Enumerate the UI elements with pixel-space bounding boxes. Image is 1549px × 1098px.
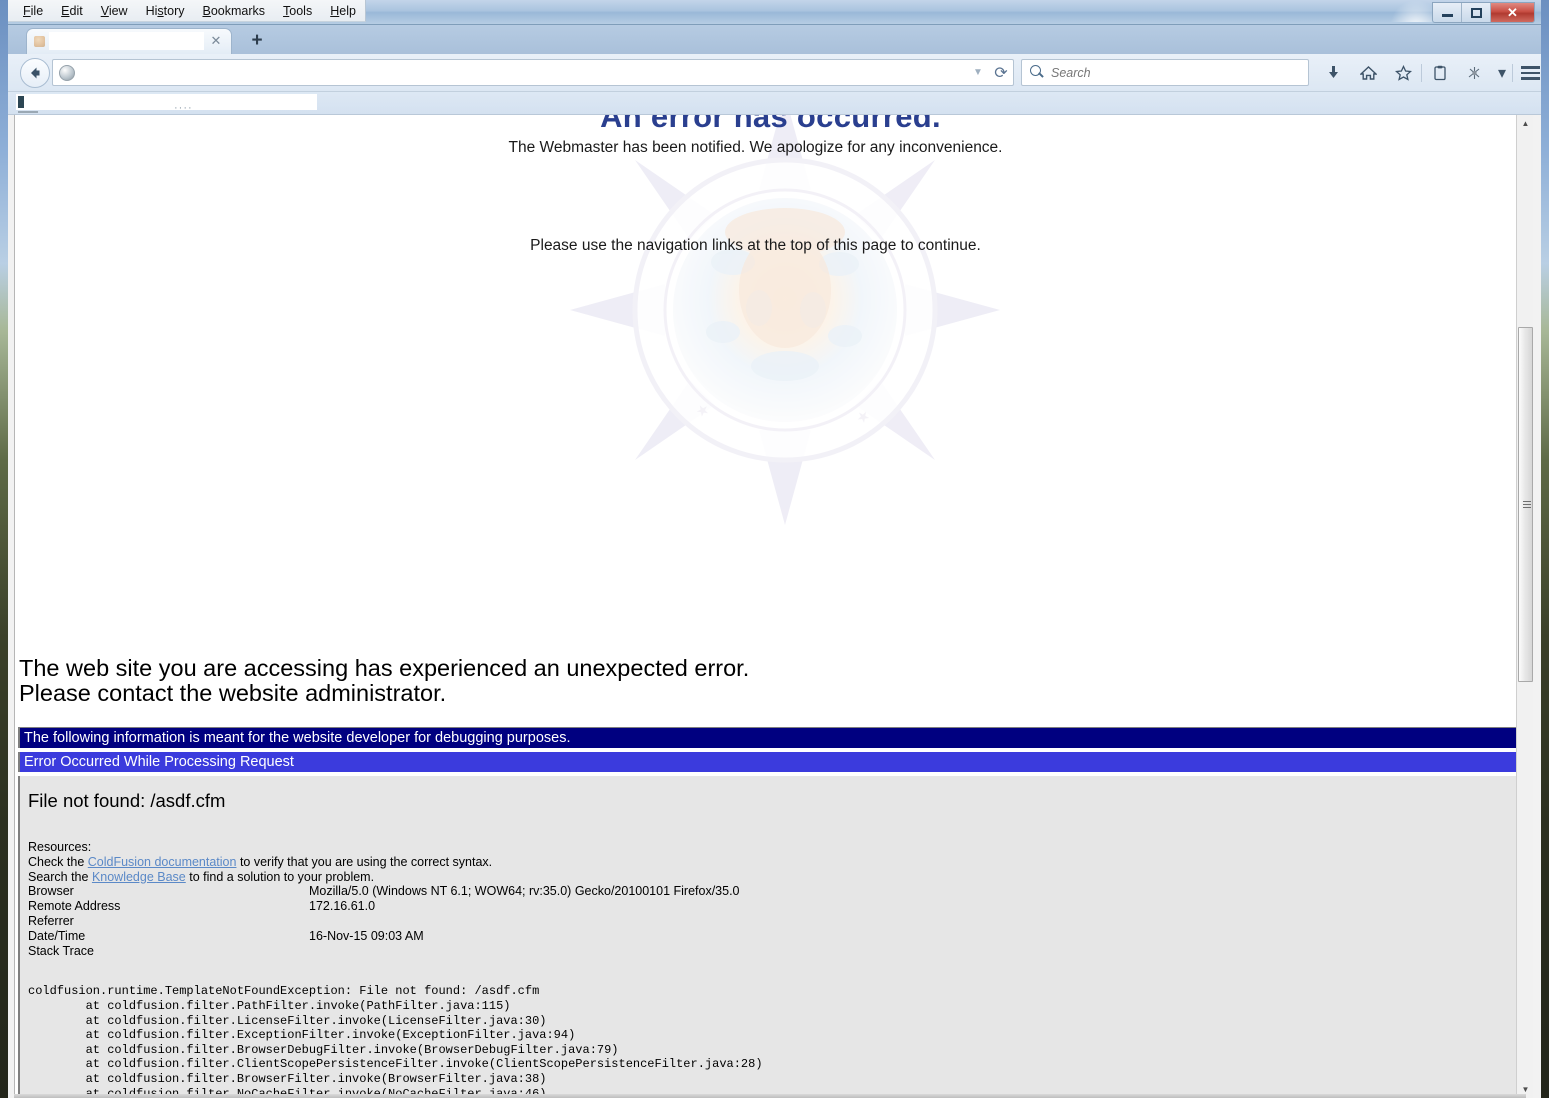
resource-documentation-line: Check the ColdFusion documentation to ve… (28, 855, 1526, 870)
page-subtext-1: The Webmaster has been notified. We apol… (508, 139, 1003, 156)
coldfusion-debug-banner: The following information is meant for t… (18, 727, 1526, 748)
minimize-button[interactable] (1433, 3, 1462, 22)
menu-item-tools[interactable]: Tools (274, 2, 321, 20)
coldfusion-error-body: File not found: /asdf.cfm Resources: Che… (18, 776, 1526, 1098)
page-content: ★ ★ An error has occurred. The Webmaster… (14, 115, 1526, 1098)
menu-item-bookmarks[interactable]: Bookmarks (194, 2, 275, 20)
back-button[interactable] (20, 58, 50, 88)
coldfusion-error-title: File not found: /asdf.cfm (28, 790, 226, 811)
knowledge-base-link[interactable]: Knowledge Base (92, 870, 186, 884)
detail-value: Mozilla/5.0 (Windows NT 6.1; WOW64; rv:3… (309, 884, 740, 899)
window-caption-buttons: ✕ (1432, 2, 1535, 23)
svg-text:★: ★ (853, 407, 872, 427)
detail-row-referrer: Referrer (28, 914, 1526, 929)
reload-icon[interactable]: ⟳ (989, 63, 1013, 83)
coldfusion-documentation-link[interactable]: ColdFusion documentation (88, 855, 237, 869)
horizontal-scroll-strip[interactable] (14, 1094, 1526, 1098)
reading-list-icon[interactable] (1422, 59, 1457, 87)
back-arrow-icon (31, 67, 40, 79)
svg-text:★: ★ (693, 401, 712, 421)
search-bar[interactable]: Search (1021, 59, 1309, 86)
detail-row-datetime: Date/Time 16-Nov-15 09:03 AM (28, 929, 1526, 944)
search-input[interactable]: Search (1051, 66, 1091, 80)
agency-seal-watermark: ★ ★ (570, 115, 1000, 525)
bookmark-star-icon[interactable] (1386, 59, 1421, 87)
resource-search-suffix: to find a solution to your problem. (185, 869, 375, 884)
scrollbar-thumb[interactable] (1518, 327, 1533, 682)
menu-item-history[interactable]: History (137, 2, 194, 20)
browser-tab-active[interactable]: ✕ (26, 28, 232, 54)
detail-row-browser: Browser Mozilla/5.0 (Windows NT 6.1; WOW… (28, 884, 1526, 899)
home-icon[interactable] (1351, 59, 1386, 87)
detail-row-stack-trace: Stack Trace (28, 944, 1526, 959)
downloads-icon[interactable] (1316, 59, 1351, 87)
url-bar[interactable]: ▼ ⟳ (52, 59, 1014, 86)
detail-row-remote-address: Remote Address 172.16.61.0 (28, 899, 1526, 914)
detail-key: Referrer (28, 913, 74, 928)
bookmark-item-icon[interactable] (18, 96, 24, 108)
resource-search-prefix: Search the (28, 869, 92, 884)
menu-item-edit[interactable]: Edit (52, 2, 92, 20)
search-icon (1030, 65, 1045, 80)
resource-check-suffix: to verify that you are using the correct… (236, 854, 493, 869)
menu-bar: File Edit View History Bookmarks Tools H… (8, 0, 366, 22)
detail-key: Browser (28, 884, 74, 899)
addon-icon[interactable] (1457, 59, 1492, 87)
page-subtext-2: Please use the navigation links at the t… (530, 237, 981, 254)
detail-key: Remote Address (28, 899, 121, 914)
big-error-line-2: Please contact the website administrator… (19, 680, 447, 707)
stack-trace-text: coldfusion.runtime.TemplateNotFoundExcep… (28, 984, 763, 1098)
url-dropdown-icon[interactable]: ▼ (967, 67, 989, 78)
big-error-line-1: The web site you are accessing has exper… (19, 655, 750, 681)
big-error-message: The web site you are accessing has exper… (19, 655, 750, 707)
window-titlebar: File Edit View History Bookmarks Tools H… (8, 0, 1541, 25)
bookmarks-overflow-dots: ···· (174, 102, 193, 114)
hamburger-icon (1521, 66, 1540, 80)
navigation-toolbar: ▼ ⟳ Search ▾ (8, 54, 1541, 92)
toolbar-icon-group: ▾ (1316, 59, 1548, 87)
resource-check-prefix: Check the (28, 854, 88, 869)
minimize-icon (1441, 14, 1453, 17)
tab-close-icon[interactable]: ✕ (208, 33, 224, 49)
page-heading: An error has occurred. (600, 115, 941, 134)
scroll-up-arrow-icon[interactable]: ▲ (1517, 115, 1534, 132)
overflow-chevron-icon[interactable]: ▾ (1492, 59, 1512, 87)
detail-key: Date/Time (28, 928, 86, 943)
tab-title (49, 32, 204, 50)
close-icon: ✕ (1507, 4, 1518, 20)
bookmarks-toolbar-blank-area[interactable] (16, 94, 317, 110)
browser-window: File Edit View History Bookmarks Tools H… (8, 0, 1541, 1098)
close-button[interactable]: ✕ (1491, 3, 1534, 22)
menu-item-help[interactable]: Help (321, 2, 365, 20)
resources-label: Resources: (28, 840, 92, 854)
bookmark-item-underline (18, 111, 38, 113)
bookmarks-toolbar: ···· (8, 92, 1541, 115)
menu-item-file[interactable]: File (14, 2, 52, 20)
scrollbar-grip-icon (1523, 500, 1531, 509)
menu-item-view[interactable]: View (92, 2, 137, 20)
globe-icon (59, 64, 75, 81)
new-tab-button[interactable]: + (246, 31, 268, 51)
detail-value: 16-Nov-15 09:03 AM (309, 928, 424, 943)
maximize-button[interactable] (1462, 3, 1491, 22)
maximize-icon (1470, 7, 1482, 18)
favicon-icon (34, 36, 45, 47)
tab-strip: ✕ + (8, 25, 1541, 54)
coldfusion-error-box: The following information is meant for t… (18, 727, 1526, 1098)
resource-knowledgebase-line: Search the Knowledge Base to find a solu… (28, 870, 1526, 885)
detail-value: 172.16.61.0 (309, 899, 376, 914)
hamburger-menu-button[interactable] (1513, 59, 1548, 87)
vertical-scrollbar[interactable]: ▲ ▼ (1516, 115, 1533, 1098)
coldfusion-error-banner: Error Occurred While Processing Request (18, 752, 1526, 772)
detail-key: Stack Trace (28, 943, 94, 958)
